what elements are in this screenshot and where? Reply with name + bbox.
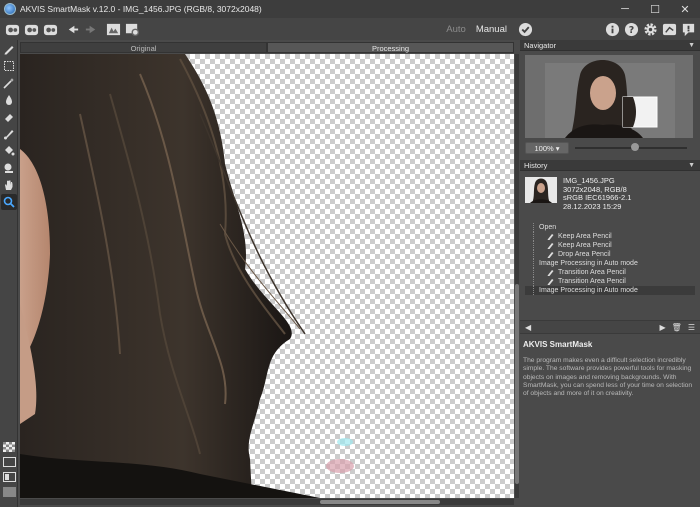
title-bar: AKVIS SmartMask v.12.0 - IMG_1456.JPG (R…	[0, 0, 700, 18]
pencil-icon	[547, 252, 554, 258]
history-item[interactable]: Keep Area Pencil	[525, 241, 695, 250]
vertical-scroll-thumb[interactable]	[515, 284, 519, 484]
history-item-selected[interactable]: Image Processing in Auto mode	[525, 286, 695, 295]
pencil-icon	[547, 270, 554, 276]
svg-text:?: ?	[628, 24, 633, 35]
image-canvas[interactable]	[20, 54, 514, 498]
window-title: AKVIS SmartMask v.12.0 - IMG_1456.JPG (R…	[20, 4, 262, 14]
history-item[interactable]: Transition Area Pencil	[525, 277, 695, 286]
frame-view-icon[interactable]	[2, 456, 16, 468]
zoom-row: 100% ▾	[520, 138, 700, 158]
history-item[interactable]: Open	[525, 223, 695, 232]
split-view-icon[interactable]	[2, 471, 16, 483]
background-color-icon[interactable]	[2, 486, 16, 498]
vertical-scrollbar[interactable]	[515, 54, 519, 498]
auto-mode-button[interactable]: Auto	[446, 24, 466, 35]
share-icon[interactable]	[661, 21, 677, 37]
undo-arrow-icon[interactable]	[64, 21, 80, 37]
history-play-icon[interactable]: ▶	[660, 323, 666, 332]
app-logo-icon	[4, 3, 16, 15]
minimize-button[interactable]: ─	[610, 0, 640, 18]
navigator-title: Navigator	[524, 41, 557, 50]
run-processing-icon[interactable]	[105, 21, 121, 37]
history-list: Open Keep Area Pencil Keep Area Pencil D…	[525, 223, 695, 307]
open-icon[interactable]	[4, 21, 20, 37]
view-mode-tools	[0, 438, 18, 501]
history-item[interactable]: Keep Area Pencil	[525, 232, 695, 241]
history-thumbnail[interactable]	[525, 177, 557, 203]
zoom-magnifier-icon[interactable]	[1, 194, 17, 210]
navigator-header[interactable]: Navigator ▼	[520, 40, 700, 51]
settings-gear-icon[interactable]	[642, 21, 658, 37]
navigator-preview[interactable]	[525, 55, 693, 138]
drop-icon[interactable]	[1, 92, 17, 108]
hand-icon[interactable]	[1, 177, 17, 193]
export-icon[interactable]	[42, 21, 58, 37]
close-button[interactable]: ✕	[670, 0, 700, 18]
history-title: History	[524, 161, 548, 170]
pencil-icon	[547, 243, 554, 249]
eraser-icon[interactable]	[1, 109, 17, 125]
zoom-select[interactable]: 100% ▾	[525, 142, 569, 154]
history-item[interactable]: Drop Area Pencil	[525, 250, 695, 259]
about-description: The program makes even a difficult selec…	[523, 357, 693, 398]
tab-processing[interactable]: Processing	[267, 42, 514, 53]
tools-panel	[0, 40, 18, 507]
history-item[interactable]: Transition Area Pencil	[525, 268, 695, 277]
history-header[interactable]: History ▼	[520, 160, 700, 171]
magic-wand-icon[interactable]	[1, 75, 17, 91]
hints-icon[interactable]	[680, 21, 696, 37]
history-back-icon[interactable]: ◀	[525, 323, 531, 332]
history-file-info: IMG_1456.JPG 3072x2048, RGB/8 sRGB IEC61…	[520, 171, 700, 219]
zoom-slider-knob[interactable]	[631, 143, 639, 151]
selection-rectangle-icon[interactable]	[1, 58, 17, 74]
history-controls: ◀ ▶ 🗑 ☰	[520, 320, 700, 334]
history-timestamp: 28.12.2023 15:29	[563, 201, 622, 211]
hair-photo-image	[20, 54, 354, 498]
stamp-icon[interactable]	[1, 160, 17, 176]
pencil-icon	[547, 234, 554, 240]
history-item[interactable]: Image Processing in Auto mode	[525, 259, 695, 268]
collapse-icon[interactable]: ▼	[688, 40, 695, 51]
info-icon[interactable]	[604, 21, 620, 37]
history-list-icon[interactable]: ☰	[688, 323, 695, 332]
batch-processing-icon[interactable]	[124, 21, 140, 37]
history-meta: IMG_1456.JPG 3072x2048, RGB/8 sRGB IEC61…	[563, 176, 631, 219]
pencil-icon	[547, 279, 554, 285]
keep-area-pencil-icon[interactable]	[1, 41, 17, 57]
horizontal-scroll-thumb[interactable]	[320, 500, 440, 504]
history-delete-icon[interactable]: 🗑	[672, 323, 682, 332]
save-icon[interactable]	[23, 21, 39, 37]
redo-arrow-icon[interactable]	[83, 21, 99, 37]
maximize-button[interactable]: ☐	[640, 0, 670, 18]
checkerboard-view-icon[interactable]	[2, 441, 16, 453]
view-tabs: Original Processing	[20, 42, 514, 53]
manual-mode-button[interactable]: Manual	[476, 24, 507, 35]
horizontal-scrollbar[interactable]	[20, 499, 514, 505]
about-title: AKVIS SmartMask	[523, 340, 593, 349]
help-icon[interactable]: ?	[623, 21, 639, 37]
bucket-icon[interactable]	[1, 143, 17, 159]
zoom-slider[interactable]	[575, 143, 687, 151]
right-panel: Navigator ▼ 100% ▾ History ▼ IMG_1456.JP…	[520, 40, 700, 507]
tab-original[interactable]: Original	[20, 42, 267, 53]
apply-check-icon[interactable]	[517, 21, 533, 37]
toolbar: Auto Manual ?	[0, 18, 700, 40]
brush-icon[interactable]	[1, 126, 17, 142]
collapse-icon[interactable]: ▼	[688, 160, 695, 171]
